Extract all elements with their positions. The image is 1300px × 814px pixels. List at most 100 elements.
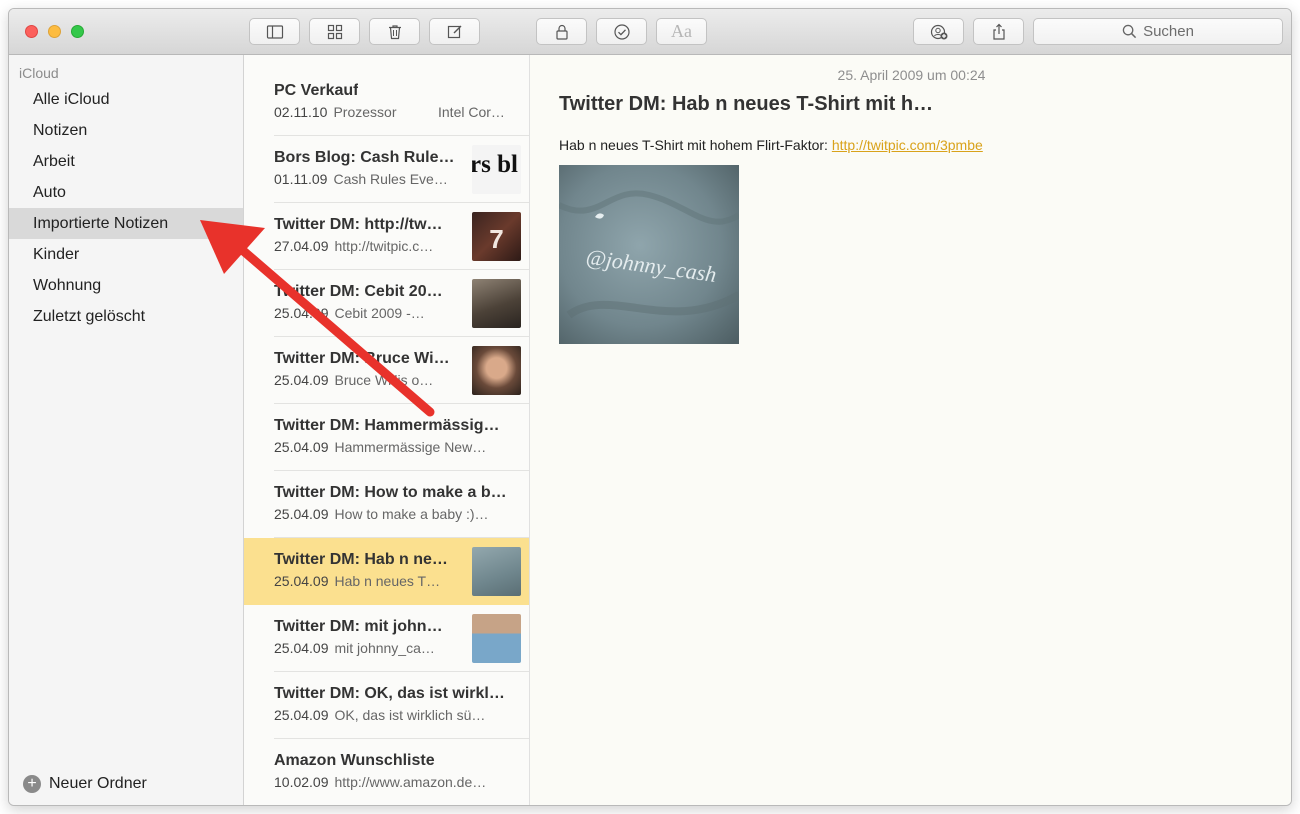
search-placeholder: Suchen — [1143, 23, 1194, 40]
note-subtitle: 25.04.09 How to make a baby :)… — [274, 506, 489, 522]
note-heading: Twitter DM: Hab n neues T-Shirt mit h… — [559, 93, 934, 115]
note-list-item[interactable]: Twitter DM: mit john… 25.04.09 mit johnny… — [244, 605, 529, 672]
share-icon — [992, 23, 1005, 40]
note-list-item[interactable]: Amazon Wunschliste 10.02.09 http://www.am… — [244, 739, 529, 805]
note-subtitle: 25.04.09 mit johnny_ca… — [274, 640, 435, 656]
minimize-window-button[interactable] — [48, 25, 61, 38]
note-link[interactable]: http://twitpic.com/3pmbe — [832, 137, 983, 153]
notes-window: Aa Suchen iCloud Alle iCloud Notizen Arb… — [8, 8, 1292, 806]
note-thumbnail — [472, 279, 521, 328]
note-editor[interactable]: 25. April 2009 um 00:24 Twitter DM: Hab … — [530, 55, 1291, 805]
note-title: Twitter DM: Hammermässig… — [274, 417, 500, 434]
thumbnail-text: rs bl — [472, 151, 518, 178]
note-preview: Cebit 2009 -… — [334, 305, 425, 321]
sidebar-item-kinder[interactable]: Kinder — [9, 239, 243, 270]
note-date: 25.04.09 — [274, 506, 329, 522]
note-thumbnail: 7 — [472, 212, 521, 261]
delete-note-button[interactable] — [369, 18, 420, 45]
zoom-window-button[interactable] — [71, 25, 84, 38]
sidebar-item-wohnung[interactable]: Wohnung — [9, 270, 243, 301]
note-date: 25.04.09 — [274, 439, 329, 455]
folder-sidebar: iCloud Alle iCloud Notizen Arbeit Auto I… — [9, 55, 244, 805]
note-date: 01.11.09 — [274, 171, 328, 187]
note-title: Twitter DM: Bruce Wi… — [274, 350, 450, 367]
share-button[interactable] — [973, 18, 1024, 45]
note-title: Twitter DM: mit john… — [274, 618, 443, 635]
note-preview: http://www.amazon.de… — [334, 774, 487, 790]
close-window-button[interactable] — [25, 25, 38, 38]
format-icon: Aa — [671, 21, 692, 41]
trash-icon — [388, 24, 401, 39]
lock-icon — [555, 24, 568, 40]
plus-circle-icon: + — [23, 775, 41, 793]
sidebar-item-arbeit[interactable]: Arbeit — [9, 146, 243, 177]
sidebar-item-zuletzt-geloescht[interactable]: Zuletzt gelöscht — [9, 301, 243, 332]
note-list-item[interactable]: Twitter DM: http://tw… 27.04.09 http://tw… — [244, 203, 529, 270]
note-thumbnail — [472, 547, 521, 596]
note-title: Twitter DM: How to make a b… — [274, 484, 507, 501]
note-subtitle: 25.04.09 Cebit 2009 -… — [274, 305, 425, 321]
note-list: PC Verkauf 02.11.10 Prozessor Intel Cor… B… — [244, 55, 530, 805]
note-preview: Prozessor — [333, 104, 397, 120]
note-list-item[interactable]: Twitter DM: Hammermässig… 25.04.09 Hammer… — [244, 404, 529, 471]
lock-note-button[interactable] — [536, 18, 587, 45]
note-list-item[interactable]: PC Verkauf 02.11.10 Prozessor Intel Cor… — [244, 69, 529, 136]
note-subtitle: 10.02.09 http://www.amazon.de… — [274, 774, 486, 790]
note-title: Twitter DM: Hab n ne… — [274, 551, 448, 568]
note-title: Twitter DM: Cebit 20… — [274, 283, 443, 300]
note-subtitle: 02.11.10 Prozessor Intel Cor… — [274, 104, 514, 120]
note-subtitle: 27.04.09 http://twitpic.c… — [274, 238, 433, 254]
note-list-item[interactable]: Twitter DM: OK, das ist wirkl… 25.04.09 O… — [244, 672, 529, 739]
note-date: 25.04.09 — [274, 305, 329, 321]
add-person-icon — [930, 24, 947, 39]
note-thumbnail: rs bl — [472, 145, 521, 194]
sidebar-section-title: iCloud — [19, 65, 59, 81]
note-timestamp: 25. April 2009 um 00:24 — [837, 67, 986, 83]
note-list-item[interactable]: Twitter DM: Cebit 20… 25.04.09 Cebit 2009… — [244, 270, 529, 337]
grid-icon — [327, 24, 342, 39]
sidebar-icon — [266, 24, 283, 39]
search-icon — [1122, 24, 1137, 39]
note-date: 02.11.10 — [274, 104, 328, 120]
note-date: 10.02.09 — [274, 774, 329, 790]
note-body-text: Hab n neues T-Shirt mit hohem Flirt-Fakt… — [559, 137, 832, 153]
new-note-button[interactable] — [429, 18, 480, 45]
note-subtitle: 25.04.09 Hab n neues T… — [274, 573, 440, 589]
sidebar-item-auto[interactable]: Auto — [9, 177, 243, 208]
new-folder-button[interactable]: + Neuer Ordner — [23, 775, 147, 793]
note-list-item[interactable]: Twitter DM: How to make a b… 25.04.09 How… — [244, 471, 529, 538]
note-list-item[interactable]: Twitter DM: Bruce Wi… 25.04.09 Bruce Will… — [244, 337, 529, 404]
note-title: PC Verkauf — [274, 82, 359, 99]
note-list-item[interactable]: Bors Blog: Cash Rule… 01.11.09 Cash Rules… — [244, 136, 529, 203]
note-thumbnail — [472, 346, 521, 395]
toolbar: Aa Suchen — [9, 9, 1291, 55]
search-field[interactable]: Suchen — [1033, 18, 1283, 45]
note-image[interactable]: @johnny_cash — [559, 165, 739, 344]
checklist-button[interactable] — [596, 18, 647, 45]
note-preview: Cash Rules Eve… — [333, 171, 448, 187]
sidebar-item-alle-icloud[interactable]: Alle iCloud — [9, 84, 243, 115]
sidebar-item-notizen[interactable]: Notizen — [9, 115, 243, 146]
compose-icon — [447, 25, 461, 38]
note-date: 27.04.09 — [274, 238, 329, 254]
note-preview: How to make a baby :)… — [334, 506, 489, 522]
note-preview: mit johnny_ca… — [334, 640, 435, 656]
note-subtitle: 25.04.09 Hammermässige New… — [274, 439, 486, 455]
thumbnail-text: 7 — [489, 224, 504, 254]
toggle-sidebar-button[interactable] — [249, 18, 300, 45]
note-title: Bors Blog: Cash Rule… — [274, 149, 455, 166]
note-preview: Bruce Willis o… — [334, 372, 434, 388]
sidebar-item-importierte-notizen[interactable]: Importierte Notizen — [9, 208, 243, 239]
note-preview: Hab n neues T… — [334, 573, 441, 589]
note-date: 25.04.09 — [274, 640, 329, 656]
note-subtitle: 25.04.09 Bruce Willis o… — [274, 372, 433, 388]
add-people-button[interactable] — [913, 18, 964, 45]
attachments-browser-button[interactable] — [309, 18, 360, 45]
format-button[interactable]: Aa — [656, 18, 707, 45]
note-preview-extra: Intel Cor… — [438, 104, 505, 120]
note-date: 25.04.09 — [274, 573, 329, 589]
note-list-item-selected[interactable]: Twitter DM: Hab n ne… 25.04.09 Hab n neue… — [244, 538, 529, 605]
note-title: Amazon Wunschliste — [274, 752, 435, 769]
note-date: 25.04.09 — [274, 372, 329, 388]
note-title: Twitter DM: http://tw… — [274, 216, 443, 233]
